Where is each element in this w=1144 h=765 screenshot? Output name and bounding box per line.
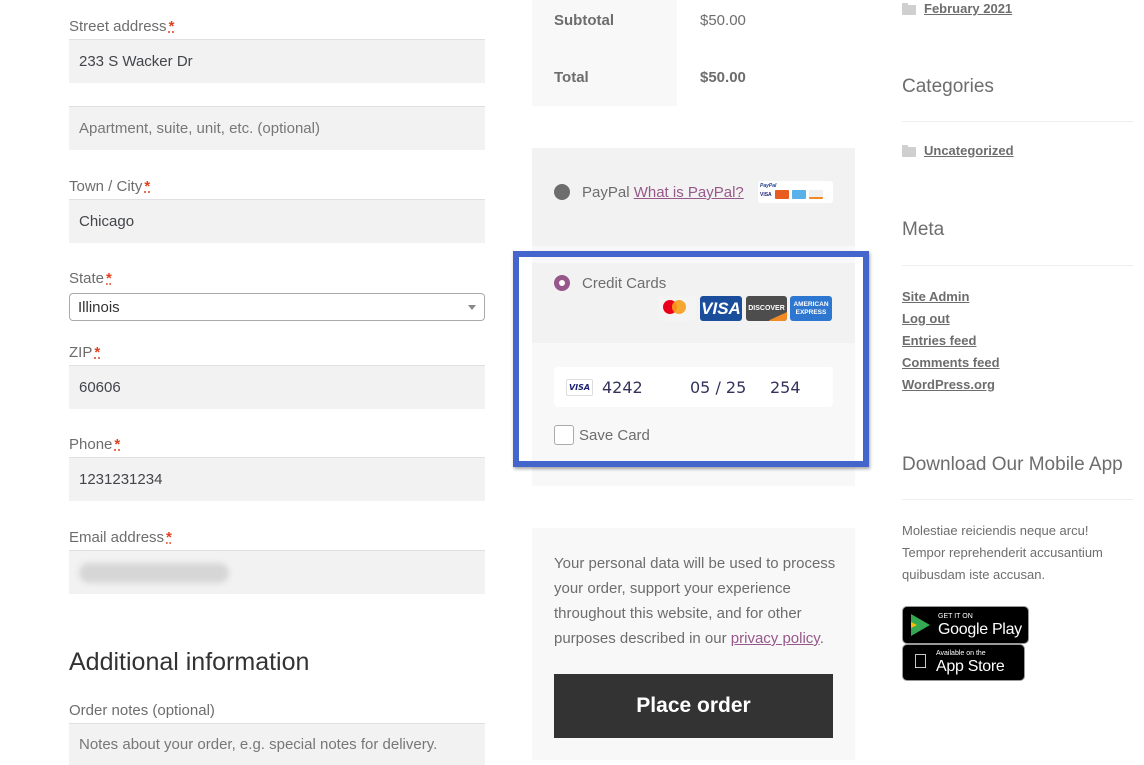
- what-is-paypal-link[interactable]: What is PayPal?: [634, 184, 744, 201]
- google-play-small-text: GET IT ON: [938, 612, 973, 620]
- paypal-accepted-cards-logo: PayPal VISA: [758, 181, 833, 203]
- amex-mini-icon: [791, 190, 806, 199]
- folder-open-icon: [902, 3, 916, 15]
- card-expiry-field[interactable]: 05 / 25: [690, 378, 770, 397]
- credit-cards-label: Credit Cards: [582, 275, 667, 292]
- required-marker: *: [114, 436, 121, 453]
- state-select[interactable]: Illinois: [69, 293, 485, 321]
- save-card-label: Save Card: [579, 427, 650, 444]
- blurred-email-value: [79, 562, 229, 583]
- phone-input[interactable]: 1231231234: [69, 457, 485, 501]
- apple-icon: : [913, 651, 928, 674]
- card-cvc-field[interactable]: 254: [770, 378, 801, 397]
- google-play-icon: [911, 614, 930, 636]
- meta-link-entries-feed[interactable]: Entries feed: [902, 333, 976, 348]
- meta-link-comments-feed[interactable]: Comments feed: [902, 355, 1000, 370]
- meta-heading: Meta: [902, 219, 945, 240]
- required-marker: *: [144, 178, 151, 195]
- app-store-badge[interactable]:  Available on the App Store: [902, 644, 1025, 681]
- city-input[interactable]: Chicago: [69, 199, 485, 243]
- state-select-value: Illinois: [78, 298, 120, 316]
- archive-link-february-2021[interactable]: February 2021: [924, 1, 1012, 16]
- google-play-badge[interactable]: GET IT ON Google Play: [902, 606, 1029, 644]
- mastercard-mini-icon: [774, 190, 789, 199]
- folder-icon: [902, 145, 916, 157]
- paypal-radio[interactable]: [554, 184, 570, 200]
- privacy-policy-link[interactable]: privacy policy: [731, 630, 820, 647]
- total-value: $50.00: [700, 69, 746, 86]
- visa-mini-icon: VISA: [760, 191, 772, 198]
- save-card-checkbox[interactable]: [554, 425, 574, 445]
- required-marker: *: [94, 344, 101, 361]
- privacy-notice-text: Your personal data will be used to proce…: [554, 555, 836, 647]
- app-store-big-text: App Store: [921, 658, 1005, 675]
- subtotal-value: $50.00: [700, 12, 746, 29]
- street-address-label: Street address *: [69, 18, 175, 35]
- google-play-big-text: Google Play: [938, 620, 1022, 638]
- subtotal-label: Subtotal: [554, 12, 614, 29]
- phone-label: Phone *: [69, 436, 121, 453]
- discover-mini-icon: [808, 190, 823, 199]
- meta-link-wordpress-org[interactable]: WordPress.org: [902, 377, 995, 392]
- total-label: Total: [554, 69, 589, 86]
- chevron-down-icon: [468, 304, 476, 310]
- additional-information-heading: Additional information: [69, 648, 310, 676]
- meta-link-log-out[interactable]: Log out: [902, 311, 950, 326]
- zip-label: ZIP *: [69, 344, 101, 361]
- meta-link-site-admin[interactable]: Site Admin: [902, 289, 969, 304]
- order-notes-textarea[interactable]: Notes about your order, e.g. special not…: [69, 723, 485, 765]
- card-number-field[interactable]: 4242: [602, 378, 690, 397]
- place-order-button[interactable]: Place order: [554, 674, 833, 738]
- mastercard-icon: [658, 296, 696, 321]
- category-link-uncategorized[interactable]: Uncategorized: [924, 143, 1014, 158]
- mobile-app-heading: Download Our Mobile App: [902, 454, 1123, 475]
- street-address-2-input[interactable]: Apartment, suite, unit, etc. (optional): [69, 106, 485, 150]
- credit-cards-radio[interactable]: [554, 275, 570, 291]
- required-marker: *: [168, 18, 175, 35]
- card-details-input[interactable]: VISA 4242 05 / 25 254: [554, 367, 833, 407]
- state-label: State *: [69, 270, 112, 287]
- email-input[interactable]: [69, 550, 485, 594]
- paypal-label: PayPal What is PayPal?: [582, 184, 744, 201]
- order-notes-label: Order notes (optional): [69, 702, 215, 719]
- city-label: Town / City *: [69, 178, 151, 195]
- street-address-input[interactable]: 233 S Wacker Dr: [69, 39, 485, 83]
- divider: [902, 121, 1133, 122]
- amex-icon: AMERICAN EXPRESS: [790, 296, 832, 321]
- categories-heading: Categories: [902, 76, 994, 97]
- divider: [902, 499, 1133, 500]
- divider: [902, 265, 1133, 266]
- visa-icon: VISA: [700, 296, 742, 321]
- app-store-small-text: Available on the: [921, 650, 986, 657]
- mobile-app-description: Molestiae reiciendis neque arcu! Tempor …: [902, 523, 1103, 582]
- email-label: Email address *: [69, 529, 172, 546]
- card-brand-visa-icon: VISA: [566, 378, 593, 396]
- zip-input[interactable]: 60606: [69, 365, 485, 409]
- required-marker: *: [166, 529, 172, 546]
- discover-icon: DISCOVER: [746, 296, 787, 321]
- required-marker: *: [106, 270, 112, 287]
